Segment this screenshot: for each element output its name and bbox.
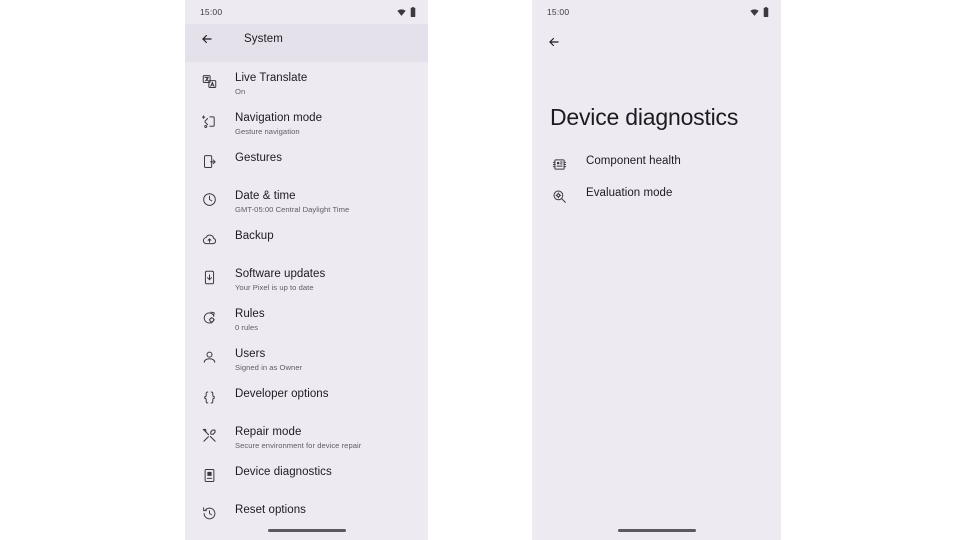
settings-row-backup[interactable]: Backup bbox=[185, 222, 428, 260]
status-bar-clock: 15:00 bbox=[200, 7, 223, 17]
page-title: System bbox=[244, 33, 283, 45]
settings-row-text: Software updates Your Pixel is up to dat… bbox=[235, 267, 325, 293]
settings-row-text: Reset options bbox=[235, 503, 306, 517]
left-gesture-nav-bar[interactable] bbox=[185, 529, 428, 532]
settings-row-text: Device diagnostics bbox=[235, 465, 332, 479]
settings-row-title: Repair mode bbox=[235, 426, 302, 438]
status-bar-icons bbox=[397, 7, 416, 17]
settings-row-text: Repair mode Secure environment for devic… bbox=[235, 425, 361, 451]
rules-icon bbox=[200, 308, 219, 327]
settings-row-subtitle: Your Pixel is up to date bbox=[235, 283, 314, 292]
settings-row-title: Device diagnostics bbox=[235, 466, 332, 478]
settings-row-text: Date & time GMT-05:00 Central Daylight T… bbox=[235, 189, 349, 215]
settings-row-subtitle: On bbox=[235, 87, 246, 96]
settings-row-text: Component health bbox=[586, 154, 681, 168]
settings-row-text: Gestures bbox=[235, 151, 282, 165]
settings-row-subtitle: Gesture navigation bbox=[235, 127, 300, 136]
right-app-bar bbox=[532, 24, 781, 60]
settings-row-title: Navigation mode bbox=[235, 112, 323, 124]
component-health-icon bbox=[550, 155, 569, 174]
history-restore-icon bbox=[200, 504, 219, 523]
navigation-mode-icon bbox=[200, 112, 219, 131]
settings-row-title: Component health bbox=[586, 155, 681, 167]
settings-row-rules[interactable]: Rules 0 rules bbox=[185, 300, 428, 340]
settings-row-subtitle: 0 rules bbox=[235, 323, 259, 332]
braces-icon bbox=[200, 388, 219, 407]
settings-row-navigation-mode[interactable]: Navigation mode Gesture navigation bbox=[185, 104, 428, 144]
settings-row-subtitle: Secure environment for device repair bbox=[235, 441, 362, 450]
settings-row-device-diagnostics[interactable]: Device diagnostics bbox=[185, 458, 428, 496]
settings-row-developer-options[interactable]: Developer options bbox=[185, 380, 428, 418]
status-bar-icons bbox=[750, 7, 769, 17]
settings-row-text: Evaluation mode bbox=[586, 186, 672, 200]
detail-page-title: Device diagnostics bbox=[550, 104, 739, 130]
settings-row-title: Developer options bbox=[235, 388, 329, 400]
wifi-icon bbox=[397, 8, 406, 17]
left-app-bar: System bbox=[185, 24, 428, 54]
app-bar-scrim bbox=[185, 54, 428, 62]
settings-row-title: Evaluation mode bbox=[586, 187, 673, 199]
settings-row-subtitle: GMT-05:00 Central Daylight Time bbox=[235, 205, 350, 214]
back-arrow-icon[interactable] bbox=[545, 33, 563, 51]
home-gesture-pill[interactable] bbox=[617, 529, 696, 532]
battery-icon bbox=[410, 7, 416, 17]
settings-row-software-updates[interactable]: Software updates Your Pixel is up to dat… bbox=[185, 260, 428, 300]
right-phone-screen: 15:00 Device diagnostics Component healt… bbox=[532, 0, 781, 540]
evaluation-mode-icon bbox=[550, 187, 569, 206]
left-status-bar: 15:00 bbox=[185, 0, 428, 24]
settings-row-text: Live Translate On bbox=[235, 71, 307, 97]
settings-row-gestures[interactable]: Gestures bbox=[185, 144, 428, 182]
right-status-bar: 15:00 bbox=[532, 0, 781, 24]
settings-row-title: Users bbox=[235, 348, 266, 360]
settings-row-text: Rules 0 rules bbox=[235, 307, 265, 333]
settings-row-title: Live Translate bbox=[235, 72, 308, 84]
settings-row-subtitle: Signed in as Owner bbox=[235, 363, 303, 372]
back-arrow-icon[interactable] bbox=[198, 30, 216, 48]
settings-row-repair-mode[interactable]: Repair mode Secure environment for devic… bbox=[185, 418, 428, 458]
software-update-icon bbox=[200, 268, 219, 287]
settings-row-date-time[interactable]: Date & time GMT-05:00 Central Daylight T… bbox=[185, 182, 428, 222]
settings-row-title: Date & time bbox=[235, 190, 296, 202]
settings-row-evaluation-mode[interactable]: Evaluation mode bbox=[532, 180, 781, 212]
settings-row-text: Backup bbox=[235, 229, 274, 243]
settings-row-text: Navigation mode Gesture navigation bbox=[235, 111, 322, 137]
settings-row-title: Rules bbox=[235, 308, 265, 320]
settings-row-text: Users Signed in as Owner bbox=[235, 347, 302, 373]
battery-icon bbox=[763, 7, 769, 17]
system-settings-list: Live Translate On Navigation mode Gestur… bbox=[185, 62, 428, 534]
left-phone-screen: 15:00 System Live Translate On Navigatio… bbox=[185, 0, 428, 540]
status-bar-clock: 15:00 bbox=[547, 7, 570, 17]
diagnostics-list: Component health Evaluation mode bbox=[532, 148, 781, 212]
right-gesture-nav-bar[interactable] bbox=[532, 529, 781, 532]
settings-row-users[interactable]: Users Signed in as Owner bbox=[185, 340, 428, 380]
settings-row-text: Developer options bbox=[235, 387, 329, 401]
clock-icon bbox=[200, 190, 219, 209]
person-icon bbox=[200, 348, 219, 367]
screenshot-stage: 15:00 System Live Translate On Navigatio… bbox=[0, 0, 960, 540]
settings-row-title: Backup bbox=[235, 230, 274, 242]
settings-row-title: Software updates bbox=[235, 268, 326, 280]
settings-row-title: Reset options bbox=[235, 504, 306, 516]
repair-tools-icon bbox=[200, 426, 219, 445]
settings-row-title: Gestures bbox=[235, 152, 283, 164]
settings-row-live-translate[interactable]: Live Translate On bbox=[185, 64, 428, 104]
wifi-icon bbox=[750, 8, 759, 17]
settings-row-component-health[interactable]: Component health bbox=[532, 148, 781, 180]
gestures-icon bbox=[200, 152, 219, 171]
home-gesture-pill[interactable] bbox=[267, 529, 346, 532]
cloud-upload-icon bbox=[200, 230, 219, 249]
live-translate-icon bbox=[200, 72, 219, 91]
device-diagnostics-icon bbox=[200, 466, 219, 485]
